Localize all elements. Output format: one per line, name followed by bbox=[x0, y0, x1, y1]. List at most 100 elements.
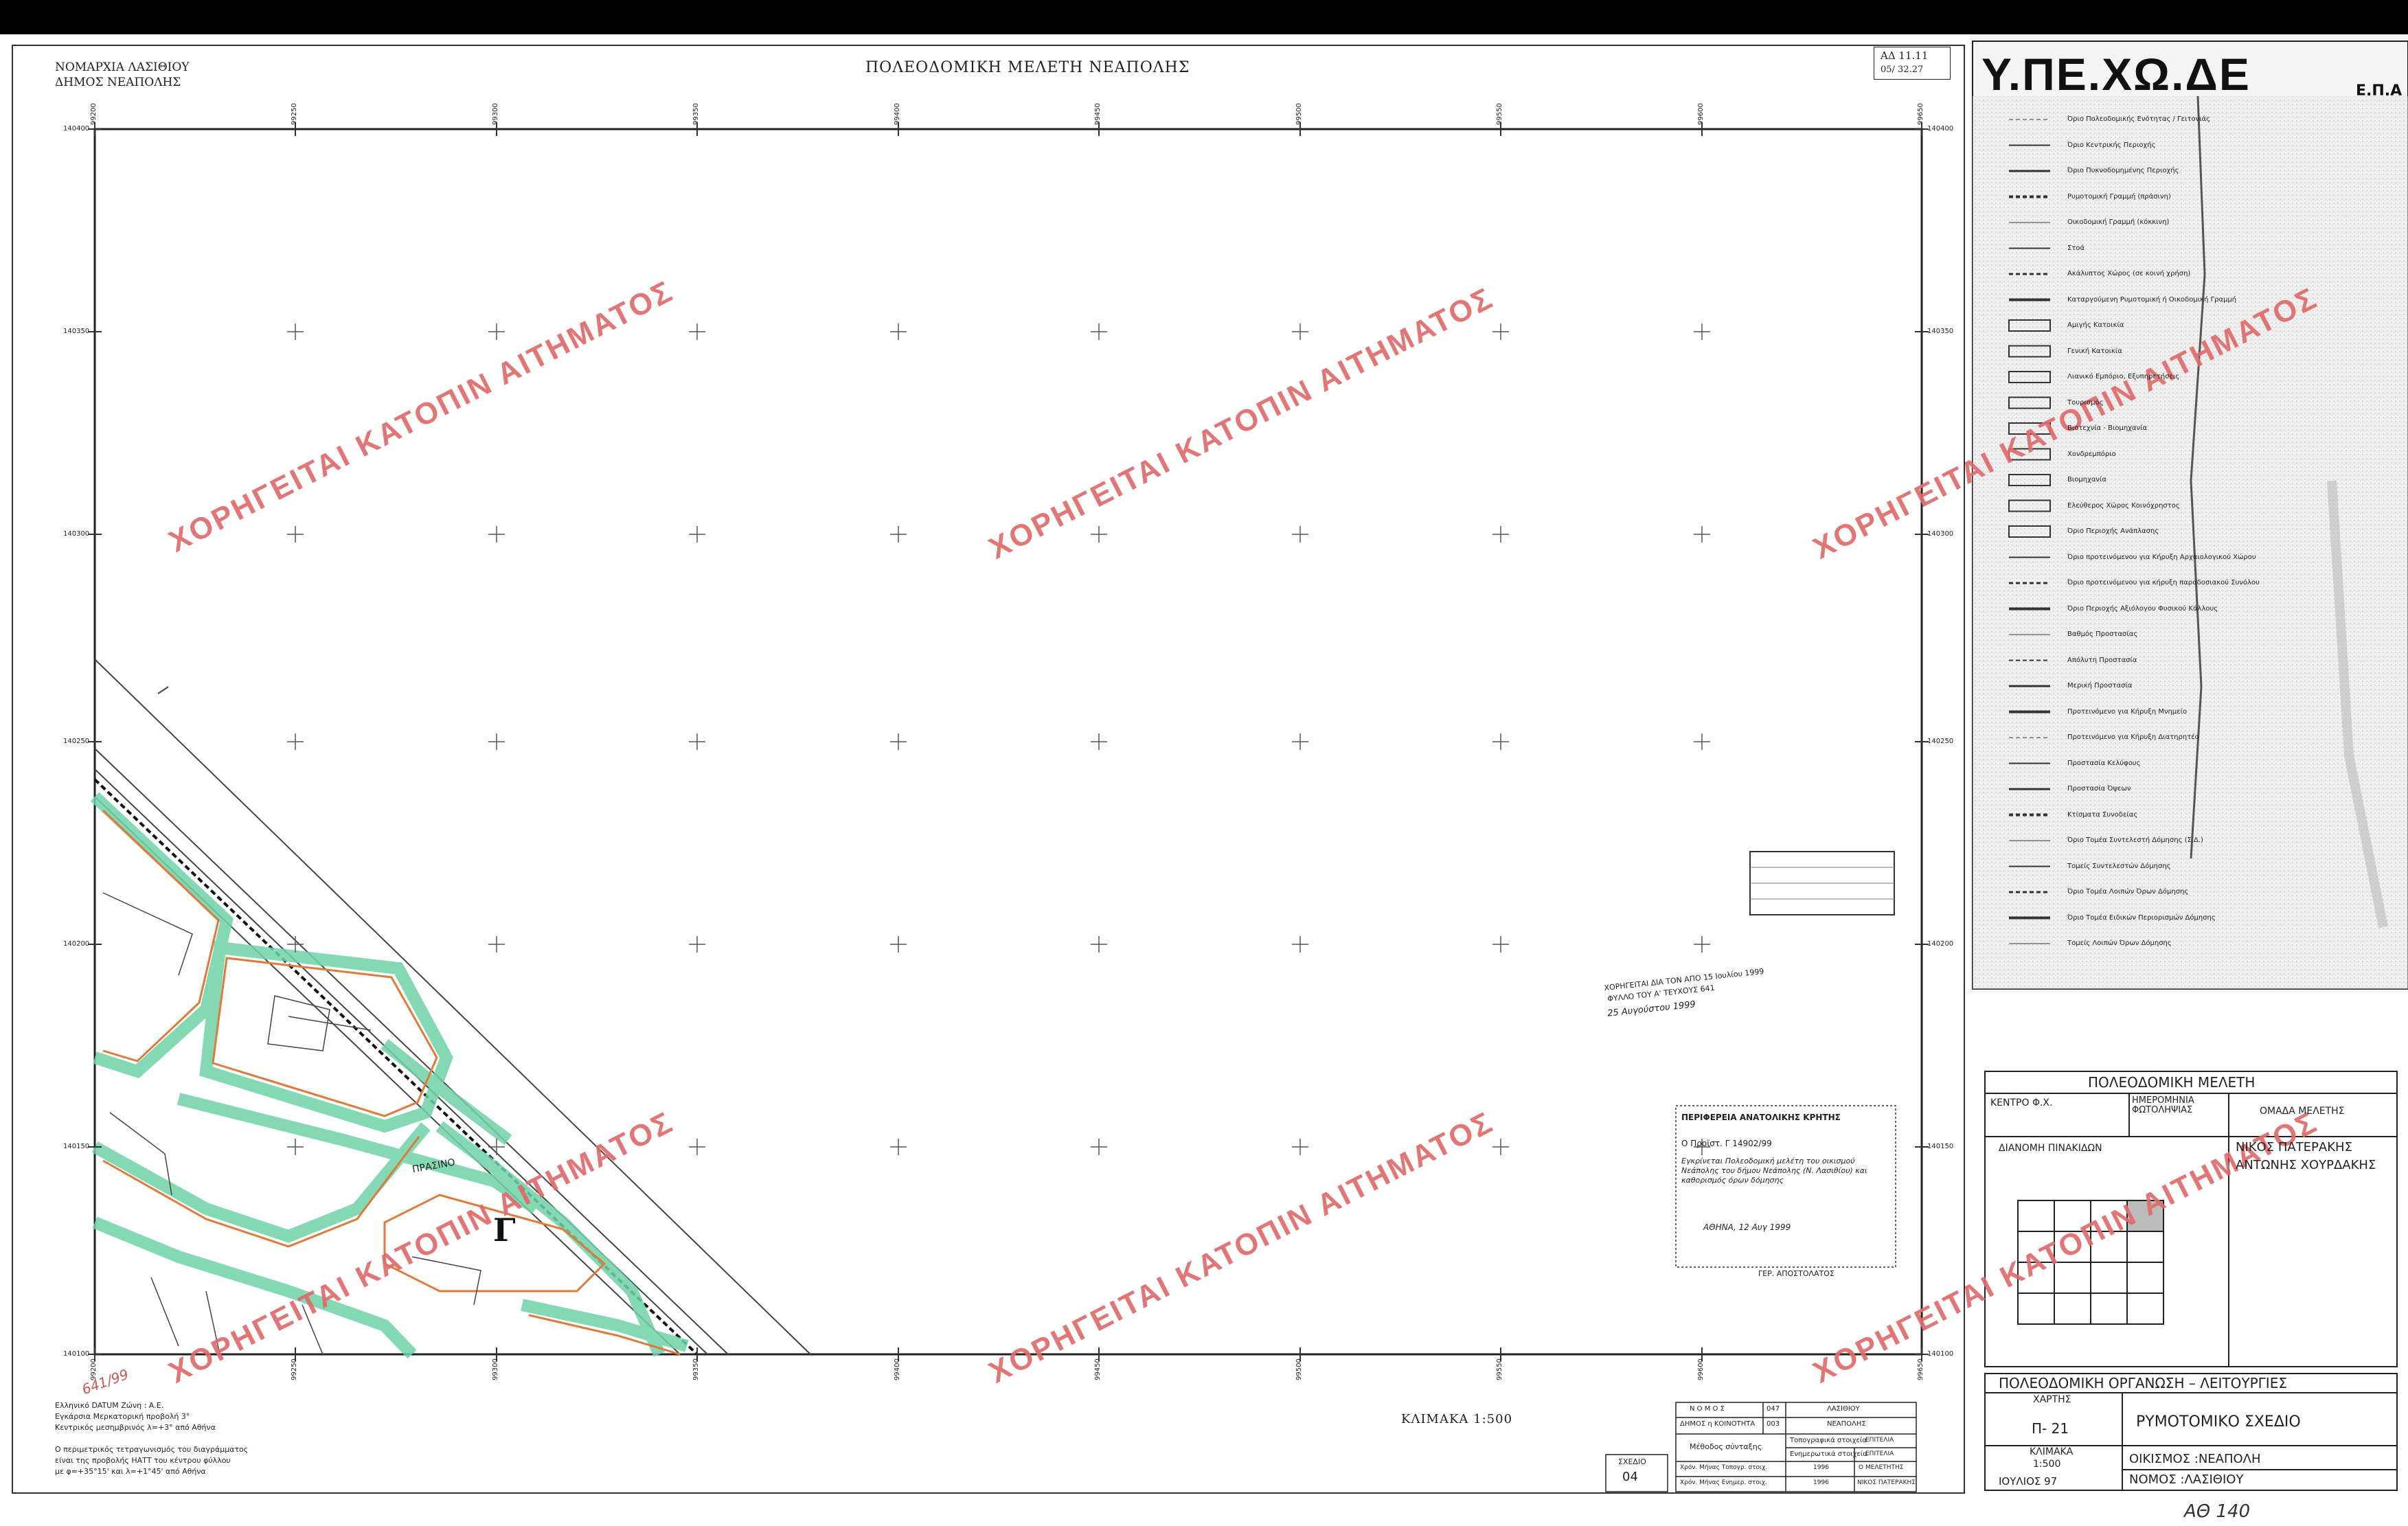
legend-entry: Ρυμοτομική Γραμμή (πράσινη) bbox=[2067, 192, 2171, 201]
grid-y-label: 140100 bbox=[63, 1350, 90, 1358]
datum-6: με φ=+35°15' και λ=+1°45' από Αθήνα bbox=[55, 1467, 206, 1476]
tb-organization: ΠΟΛΕΟΔΟΜΙΚΗ ΟΡΓΑΝΩΣΗ – ΛΕΙΤΟΥΡΓΙΕΣ bbox=[1999, 1375, 2287, 1391]
grid-x-label: 99650 bbox=[1917, 1358, 1924, 1380]
tb-team: ΟΜΑΔΑ ΜΕΛΕΤΗΣ bbox=[2260, 1106, 2345, 1117]
grid-y-label: 140150 bbox=[1927, 1143, 1954, 1150]
footer-row-2: Χρόν. Μήνας Ενημερ. στοιχ. bbox=[1680, 1479, 1767, 1486]
footer-update: Ενημερωτικά στοιχεία bbox=[1790, 1450, 1867, 1458]
grid-x-label: 99250 bbox=[291, 103, 298, 125]
grid-y-label: 140300 bbox=[1927, 530, 1954, 538]
tb-date: ΙΟΥΛΙΟΣ 97 bbox=[1999, 1475, 2058, 1488]
legend-entry: Γενική Κατοικία bbox=[2067, 347, 2122, 355]
datum-3: Κεντρικός μεσημβρινός λ=+3° από Αθήνα bbox=[55, 1423, 216, 1432]
grid-y-label: 140350 bbox=[1927, 328, 1954, 335]
tb-photo-date: ΗΜΕΡΟΜΗΝΙΑ ΦΩΤΟΛΗΨΙΑΣ bbox=[2132, 1095, 2194, 1115]
grid-x-label: 99200 bbox=[90, 103, 98, 125]
grid-y-label: 140250 bbox=[63, 738, 90, 745]
grid-x-label: 99550 bbox=[1496, 103, 1503, 125]
grid-x-label: 99500 bbox=[1295, 1358, 1303, 1380]
legend-entry: Όριο Τομέα Ειδικών Περιορισμών Δόμησης bbox=[2067, 913, 2216, 922]
corner-handwritten: ΑΘ 140 bbox=[2184, 1501, 2251, 1522]
tb-study: ΠΟΛΕΟΔΟΜΙΚΗ ΜΕΛΕΤΗ bbox=[2088, 1074, 2256, 1091]
legend-entry: Βιομηχανία bbox=[2067, 476, 2106, 483]
legend-entry: Προστασία Κελύφους bbox=[2067, 759, 2141, 767]
grid-x-label: 99400 bbox=[894, 1358, 901, 1380]
distribution-cell bbox=[2054, 1292, 2091, 1325]
legend-entry: Βαθμός Προστασίας bbox=[2067, 630, 2138, 638]
grid-y-label: 140350 bbox=[63, 328, 90, 335]
legend-entry: Καταργούμενη Ρυμοτομική ή Οικοδομική Γρα… bbox=[2067, 295, 2237, 304]
tb-settlement: ΟΙΚΙΣΜΟΣ :ΝΕΑΠΟΛΗ bbox=[2129, 1452, 2261, 1466]
legend-entry: Όριο Περιοχής Αξιόλογου Φυσικού Κάλλους bbox=[2067, 604, 2218, 613]
stamp-signature: ΓΕΡ. ΑΠΟΣΤΟΛΑΤΟΣ bbox=[1758, 1269, 1835, 1278]
grid-x-label: 99600 bbox=[1697, 1358, 1705, 1380]
legend-entry: Στοά bbox=[2067, 244, 2085, 252]
legend-entry: Προστασία Όψεων bbox=[2067, 785, 2131, 793]
datum-4: Ο περιμετρικός τετραγωνισμός του διαγράμ… bbox=[55, 1445, 249, 1454]
grid-x-label: 99300 bbox=[492, 103, 499, 125]
legend-entry: Αμιγής Κατοικία bbox=[2067, 321, 2124, 329]
legend-entry: Ακάλυπτος Χώρος (σε κοινή χρήση) bbox=[2067, 270, 2191, 277]
grid-y-label: 140400 bbox=[1927, 125, 1954, 133]
footer-row-1-name: Ο ΜΕΛΕΤΗΤΗΣ bbox=[1859, 1464, 1904, 1471]
legend-entry: Όριο προτεινόμενου για Κήρυξη Αρχαιολογι… bbox=[2067, 553, 2256, 561]
legend-entry: Όριο Πολεοδομικής Ενότητας / Γειτονιάς bbox=[2067, 115, 2211, 123]
tb-map-name: ΡΥΜΟΤΟΜΙΚΟ ΣΧΕΔΙΟ bbox=[2136, 1413, 2301, 1431]
ministry-logo: Υ.ΠΕ.ΧΩ.ΔΕ bbox=[1981, 49, 2251, 100]
tb-map-label: ΧΑΡΤΗΣ bbox=[2033, 1394, 2071, 1405]
grid-y-label: 140200 bbox=[63, 940, 90, 948]
legend-entry: Κτίσματα Συνοδείας bbox=[2067, 810, 2138, 819]
tb-member-1: ΝΙΚΟΣ ΠΑΤΕΡΑΚΗΣ bbox=[2236, 1140, 2352, 1154]
grid-x-label: 99250 bbox=[291, 1358, 298, 1380]
grid-x-label: 99200 bbox=[90, 1358, 98, 1380]
legend-entry: Όριο Τομέα Συντελεστή Δόμησης (Σ.Δ.) bbox=[2067, 836, 2203, 844]
grid-y-label: 140250 bbox=[1927, 738, 1954, 745]
scale-label: ΚΛΙΜΑΚΑ 1:500 bbox=[1401, 1412, 1513, 1426]
legend-entry: Οικοδομική Γραμμή (κόκκινη) bbox=[2067, 218, 2170, 226]
grid-x-label: 99550 bbox=[1496, 1358, 1503, 1380]
grid-y-label: 140150 bbox=[63, 1143, 90, 1150]
legend-entry: Τομείς Συντελεστών Δόμησης bbox=[2067, 862, 2171, 870]
legend-entry: Απόλυτη Προστασία bbox=[2067, 656, 2137, 664]
grid-x-label: 99350 bbox=[692, 1358, 700, 1380]
stamp-approval: Εγκρίνεται Πολεοδομική μελέτη του οικισμ… bbox=[1681, 1157, 1867, 1185]
footer-nomos-code: 047 bbox=[1767, 1405, 1780, 1413]
grid-x-label: 99450 bbox=[1094, 1358, 1102, 1380]
stamp-date: ΑΘΗΝΑ, 12 Αυγ 1999 bbox=[1703, 1222, 1791, 1232]
grid-x-label: 99450 bbox=[1094, 103, 1102, 125]
legend-entry: Προτεινόμενο για Κήρυξη Διατηρητέο bbox=[2067, 733, 2199, 741]
distribution-cell bbox=[2090, 1292, 2128, 1325]
footer-topo-value: ΕΠΙΤΕΛΙΑ bbox=[1865, 1437, 1894, 1444]
footer-dimos-code: 003 bbox=[1767, 1420, 1780, 1428]
footer-row-2-name: ΝΙΚΟΣ ΠΑΤΕΡΑΚΗΣ bbox=[1857, 1479, 1916, 1486]
legend-entry: Όριο Περιοχής Ανάπλασης bbox=[2067, 527, 2159, 535]
tb-distribution: ΔΙΑΝΟΜΗ ΠΙΝΑΚΙΔΩΝ bbox=[1999, 1143, 2102, 1154]
distribution-cell bbox=[2126, 1292, 2164, 1325]
distribution-cell bbox=[2017, 1200, 2055, 1232]
distribution-cell bbox=[2126, 1262, 2164, 1294]
footer-nomos: Ν Ο Μ Ο Σ bbox=[1690, 1405, 1725, 1413]
tb-scale-label: ΚΛΙΜΑΚΑ bbox=[2030, 1446, 2074, 1457]
grid-x-label: 99400 bbox=[894, 103, 901, 125]
datum-2: Εγκάρσια Μερκατορική προβολή 3° bbox=[55, 1412, 190, 1421]
legend-entry: Όριο προτεινόμενου για κήρυξη παραδοσιακ… bbox=[2067, 579, 2260, 587]
legend-entry: Όριο Πυκνοδομημένης Περιοχής bbox=[2067, 167, 2179, 174]
footer-nomos-value: ΛΑΣΙΘΙΟΥ bbox=[1827, 1405, 1860, 1413]
legend-entry: Μερική Προστασία bbox=[2067, 682, 2133, 690]
datum-1: Ελληνικό DATUM Ζώνη : Α.Ε. bbox=[55, 1401, 164, 1410]
distribution-cell bbox=[2090, 1262, 2128, 1294]
grid-y-label: 140300 bbox=[63, 530, 90, 538]
legend-entry: Τουρισμός bbox=[2067, 398, 2104, 407]
distribution-cell bbox=[2017, 1292, 2055, 1325]
footer-dimos-value: ΝΕΑΠΟΛΗΣ bbox=[1827, 1420, 1866, 1428]
footer-row-1: Χρόν. Μήνας Τοπογρ. στοιχ. bbox=[1680, 1464, 1768, 1471]
footer-method: Μέθοδος σύνταξης bbox=[1690, 1442, 1762, 1451]
grid-x-label: 99350 bbox=[692, 103, 700, 125]
tb-member-2: ΑΝΤΩΝΗΣ ΧΟΥΡΔΑΚΗΣ bbox=[2236, 1158, 2376, 1172]
sheet-label: ΣΧΕΔΙΟ bbox=[1618, 1457, 1646, 1466]
legend-entry: Όριο Τομέα Λοιπών Όρων Δόμησης bbox=[2067, 888, 2189, 896]
grid-x-label: 99500 bbox=[1295, 103, 1303, 125]
block-label: Γ bbox=[493, 1211, 516, 1249]
grid-y-label: 140100 bbox=[1927, 1350, 1954, 1358]
legend-entry: Τομείς Λοιπών Όρων Δόμησης bbox=[2067, 939, 2172, 947]
